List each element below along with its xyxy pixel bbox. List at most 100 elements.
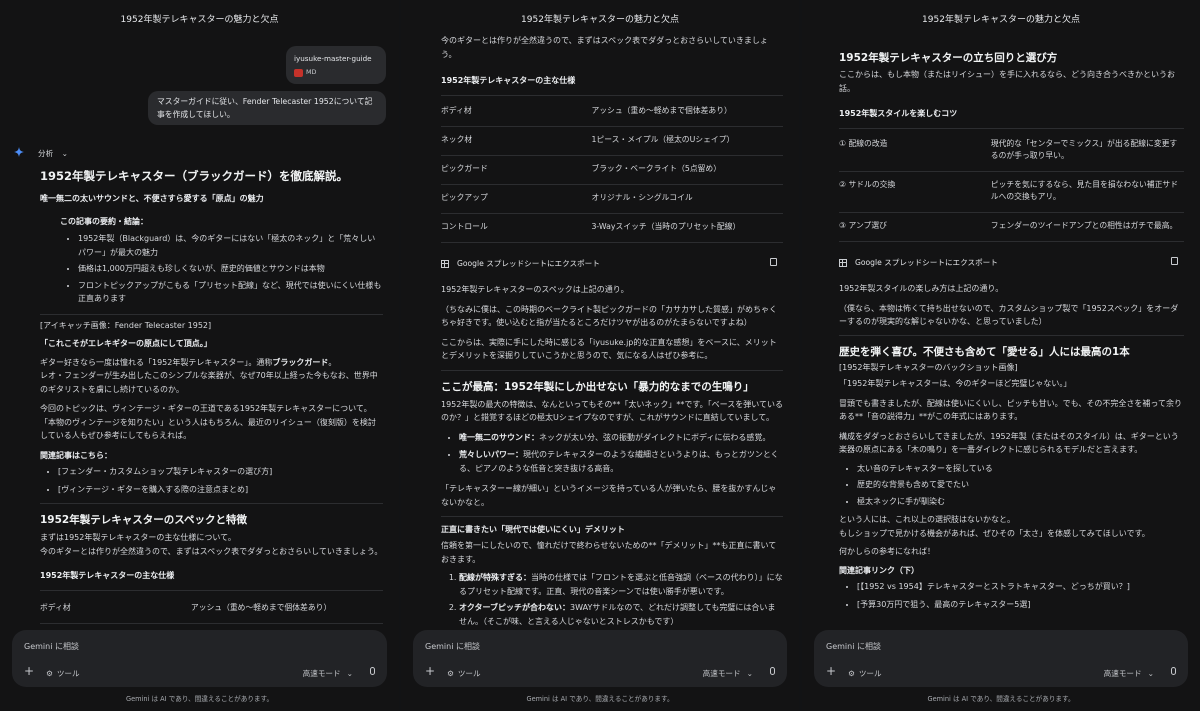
spec-table-title: 1952年製テレキャスターの主な仕様 [40,571,175,580]
microphone-icon[interactable] [1171,667,1176,675]
list-item: 荒々しいパワー：現代のテレキャスターのような繊細さというよりは、もっとガツンとく… [459,448,783,475]
gemini-sparkle-icon [14,147,24,157]
divider [839,334,1184,336]
links-list: [【1952 vs 1954】テレキャスターとストラトキャスター、どっちが買い？… [839,580,1184,611]
article-subtitle: 唯一無二の太いサウンドと、不便さすら愛する「原点」の魅力 [40,194,264,203]
chat-title: 1952年製テレキャスターの魅力と欠点 [521,15,679,25]
plus-icon[interactable]: + [24,664,34,678]
tools-button[interactable]: ⚙ ツール [848,668,882,679]
table-row: ボディ材 アッシュ（重め〜軽めまで個体差あり） [441,98,783,127]
spec-heading: 1952年製テレキャスターのスペックと特徴 [40,514,247,526]
copy-icon[interactable] [770,258,777,266]
divider [441,369,783,371]
prompt-input-box[interactable]: Gemini に相談 + ⚙ ツール 高速モード ⌄ [413,630,787,687]
table-icon [839,258,847,267]
choose-paragraph: ここからは、もし本物（またはリイシュー）を手に入れるなら、どう向き合うべきかとい… [839,70,1175,93]
bad-list: 配線が特殊すぎる：当時の仕様では「フロントを選ぶと低音強調（ベースの代わり）」に… [441,571,783,628]
microphone-icon[interactable] [770,667,775,675]
spec-table-partial: ボディ材 アッシュ（重め〜軽めまで個体差あり） [40,595,383,624]
chat-title: 1952年製テレキャスターの魅力と欠点 [120,15,279,25]
list-item: 唯一無二のサウンド：ネックが太い分、弦の振動がダイレクトにボディに伝わる感覚。 [459,431,783,445]
export-to-sheets-button[interactable]: Google スプレッドシートにエクスポート [839,257,1184,268]
list-item: オクターブピッチが合わない：3WAYサドルなので、どれだけ調整しても完璧には合い… [459,601,783,628]
table-row: ボディ材 アッシュ（重め〜軽めまで個体差あり） [40,595,383,624]
quote: 「1952年製テレキャスターは、今のギターほど完璧じゃない。」 [839,379,1072,388]
related-link[interactable]: [フェンダー・カスタムショップ製テレキャスターの選び方] [58,465,383,479]
tools-button[interactable]: ⚙ ツール [447,668,481,679]
prompt-placeholder: Gemini に相談 [826,642,881,651]
plus-icon[interactable]: + [826,664,836,678]
gem-card[interactable]: iyusuke-master-guide MD [286,46,386,84]
list-item: 配線が特殊すぎる：当時の仕様では「フロントを選ぶと低音強調（ベースの代わり）」に… [459,571,783,598]
related-list: [フェンダー・カスタムショップ製テレキャスターの選び方] [ヴィンテージ・ギター… [40,465,383,496]
intro-paragraph-2: レオ・フェンダーが生み出したこのシンプルな楽器が、なぜ70年以上経った今もなお、… [40,371,378,394]
spec-paragraph-2: 今のギターとは作りが全然違うので、まずはスペック表でダダっとおさらいしていきまし… [441,36,768,59]
list-item: 価格は1,000万円超えも珍しくないが、歴史的価値とサウンドは本物 [78,262,383,276]
disclaimer: Gemini は AI であり、間違えることがあります。 [526,695,674,703]
mode-selector[interactable]: 高速モード ⌄ [703,668,753,679]
image-paragraph: 「テレキャスター＝線が細い」というイメージを持っている人が弾いたら、腰を抜かすん… [441,484,777,507]
table-row: コントロール 3-Wayスイッチ（当時のプリセット配線） [441,213,783,243]
best-list: 唯一無二のサウンド：ネックが太い分、弦の振動がダイレクトにボディに伝わる感覚。 … [441,431,783,476]
sliders-icon: ⚙ [46,669,53,678]
related-link[interactable]: [【1952 vs 1954】テレキャスターとストラトキャスター、どっちが買い？… [857,580,1184,594]
export-to-sheets-button[interactable]: Google スプレッドシートにエクスポート [441,258,783,269]
spec-table-title: 1952年製テレキャスターの主な仕様 [441,76,576,85]
table-row: ピックアップ オリジナル・シングルコイル [441,184,783,214]
bad-heading: 正直に書きたい「現代では使いにくい」デメリット [441,525,625,534]
chat-scroll-area[interactable]: iyusuke-master-guide MD マスターガイドに従い、Fende… [0,28,399,629]
table-row: ③ アンプ選び フェンダーのツイードアンプとの相性はガチで最高。 [839,212,1184,242]
tips-after: 1952年製スタイルの楽しみ方は上記の通り。 [839,284,1004,293]
related-link[interactable]: [予算30万円で狙う、最高のテレキャスター5選] [857,598,1184,612]
divider [40,313,383,315]
final-paragraph-4: もしショップで見かける機会があれば、ぜひその「太さ」を体感してみてほしいです。 [839,528,1150,538]
prompt-input-box[interactable]: Gemini に相談 + ⚙ ツール 高速モード ⌄ [12,630,387,687]
sliders-icon: ⚙ [447,669,454,678]
final-paragraph-2: 構成をダダっとおさらいしてきましたが、1952年製（またはそのスタイル）は、ギタ… [839,431,1179,455]
eyecatch-placeholder: [アイキャッチ画像：Fender Telecaster 1952] [40,320,212,330]
aside-paragraph: （ちなみに僕は、この時期のベークライト製ピックガードの「カサカサした質感」がめち… [441,304,777,328]
spec-paragraph-2: 今のギターとは作りが全然違うので、まずはスペック表でダダっとおさらいしていきまし… [40,546,383,556]
chat-panel-1: 1952年製テレキャスターの魅力と欠点 iyusuke-master-guide… [0,0,399,711]
prompt-input-box[interactable]: Gemini に相談 + ⚙ ツール 高速モード ⌄ [814,630,1188,687]
table-icon [441,259,449,268]
mode-selector[interactable]: 高速モード ⌄ [1104,668,1154,679]
related-title: 関連記事はこちら： [40,450,112,460]
microphone-icon[interactable] [370,667,375,675]
bad-paragraph: 信頼を第一にしたいので、憧れだけで終わらせないための**「デメリット」**も正直… [441,541,777,564]
spec-table: ボディ材 アッシュ（重め〜軽めまで個体差あり） ネック材 1ピース・メイプル（極太の… [441,98,783,243]
chat-title: 1952年製テレキャスターの魅力と欠点 [922,15,1080,25]
gem-tag: MD [306,68,317,76]
target-list: 太い音のテレキャスターを探している 歴史的な背景も含めて愛でたい 極太ネックに手… [839,462,1184,509]
plus-icon[interactable]: + [425,664,435,678]
list-item: 1952年製（Blackguard）は、今のギターにはない「極太のネック」と「荒… [78,232,383,259]
article-title: 1952年製テレキャスター（ブラックガード）を徹底解説。 [40,169,349,183]
related-link[interactable]: [ヴィンテージ・ギターを購入する際の注意点まとめ] [58,483,383,497]
mode-selector[interactable]: 高速モード ⌄ [303,668,353,679]
chevron-down-icon: ⌄ [61,149,68,158]
intro-paragraph-1: ギター好きなら一度は憧れる「1952年製テレキャスター」。通称ブラックガード。 [40,357,337,367]
response-content: 1952年製テレキャスター（ブラックガード）を徹底解説。 唯一無二の太いサウンド… [40,166,383,624]
divider [40,503,383,504]
chat-scroll-area[interactable]: 1952年製テレキャスターの立ち回りと選び方 ここからは、もし本物（またはリイシ… [802,28,1200,629]
list-item: 太い音のテレキャスターを探している [857,462,1184,476]
spec-paragraph-1: まずは1952年製テレキャスターの主な仕様について。 [40,533,236,542]
chevron-down-icon: ⌄ [1147,669,1154,678]
chat-panel-2: 1952年製テレキャスターの魅力と欠点 今のギターとは作りが全然違うので、まずは… [401,0,799,711]
divider [40,590,383,591]
table-row: ピックガード ブラック・ベークライト（5点留め） [441,155,783,185]
final-paragraph-3: という人には、これ以上の選択肢はないかなと。 [839,515,1015,524]
three-panel-screenshot: 1952年製テレキャスターの魅力と欠点 iyusuke-master-guide… [0,0,1200,711]
tips-table: ① 配線の改造 現代的な「センターでミックス」が出る配線に変更するのが手っ取り早い… [839,131,1184,242]
sliders-icon: ⚙ [848,669,855,678]
list-item: フロントピックアップがこもる「プリセット配線」など、現代では使いにくい仕様も正直… [78,279,383,306]
prompt-placeholder: Gemini に相談 [24,642,79,651]
gem-name: iyusuke-master-guide [294,54,372,63]
chat-panel-3: 1952年製テレキャスターの魅力と欠点 1952年製テレキャスターの立ち回りと選… [802,0,1200,711]
copy-icon[interactable] [1171,257,1178,265]
tools-button[interactable]: ⚙ ツール [46,668,80,679]
user-message-bubble: マスターガイドに従い、Fender Telecaster 1952について記事を… [148,91,386,125]
analysis-toggle[interactable]: 分析 ⌄ [38,148,68,159]
chat-scroll-area[interactable]: 今のギターとは作りが全然違うので、まずはスペック表でダダっとおさらいしていきまし… [401,28,799,629]
list-item: 極太ネックに手が馴染む [857,495,1184,509]
